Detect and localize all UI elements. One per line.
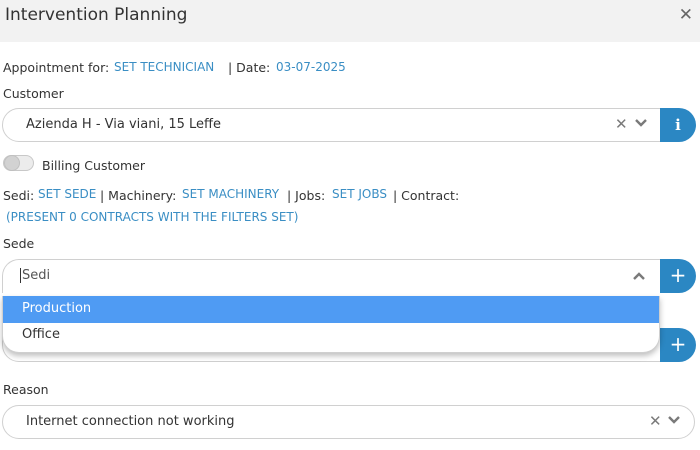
set-technician-link[interactable]: SET TECHNICIAN bbox=[114, 60, 214, 74]
chevron-down-icon[interactable] bbox=[634, 118, 648, 128]
dialog-title: Intervention Planning bbox=[5, 5, 188, 25]
add-sede-button[interactable]: + bbox=[660, 259, 696, 293]
billing-customer-label: Billing Customer bbox=[42, 158, 146, 173]
customer-info-button[interactable]: i bbox=[660, 108, 696, 142]
chevron-up-icon[interactable] bbox=[632, 271, 646, 281]
sedi-label: Sedi: bbox=[3, 188, 35, 203]
jobs-label: | Jobs: bbox=[287, 188, 326, 203]
clear-icon[interactable]: ✕ bbox=[615, 116, 628, 132]
info-icon: i bbox=[675, 116, 681, 134]
clear-icon[interactable]: ✕ bbox=[649, 413, 662, 429]
billing-customer-toggle[interactable] bbox=[3, 155, 34, 171]
sede-select[interactable]: Sedi bbox=[2, 259, 662, 293]
machinery-label: | Machinery: bbox=[100, 188, 177, 203]
customer-value: Azienda H - Via viani, 15 Leffe bbox=[26, 117, 221, 132]
date-label: | Date: bbox=[228, 60, 271, 75]
customer-label: Customer bbox=[3, 86, 64, 101]
date-value-link[interactable]: 03-07-2025 bbox=[276, 60, 346, 74]
chevron-down-icon[interactable] bbox=[667, 415, 681, 425]
dropdown-option-production[interactable]: Production bbox=[3, 296, 659, 323]
plus-icon: + bbox=[669, 263, 687, 287]
plus-icon: + bbox=[669, 332, 687, 356]
sede-input[interactable]: Sedi bbox=[22, 268, 50, 283]
add-machinery-button[interactable]: + bbox=[660, 328, 696, 362]
appointment-label: Appointment for: bbox=[3, 60, 110, 75]
set-jobs-link[interactable]: SET JOBS bbox=[332, 187, 387, 201]
set-machinery-link[interactable]: SET MACHINERY bbox=[182, 187, 279, 201]
set-sede-link[interactable]: SET SEDE bbox=[38, 187, 96, 201]
dialog-header: Intervention Planning ✕ bbox=[0, 0, 700, 42]
close-icon[interactable]: ✕ bbox=[679, 6, 693, 24]
reason-select[interactable]: Internet connection not working ✕ bbox=[2, 405, 695, 439]
reason-value: Internet connection not working bbox=[26, 414, 235, 429]
dropdown-option-office[interactable]: Office bbox=[3, 322, 659, 349]
sede-label: Sede bbox=[3, 236, 35, 251]
contract-label: | Contract: bbox=[393, 188, 460, 203]
contracts-link[interactable]: (PRESENT 0 CONTRACTS WITH THE FILTERS SE… bbox=[6, 210, 298, 224]
reason-label: Reason bbox=[3, 382, 49, 397]
customer-select[interactable]: Azienda H - Via viani, 15 Leffe ✕ bbox=[2, 108, 662, 142]
sede-dropdown: Production Office bbox=[2, 296, 660, 353]
text-caret bbox=[20, 268, 21, 283]
toggle-knob bbox=[4, 155, 20, 171]
